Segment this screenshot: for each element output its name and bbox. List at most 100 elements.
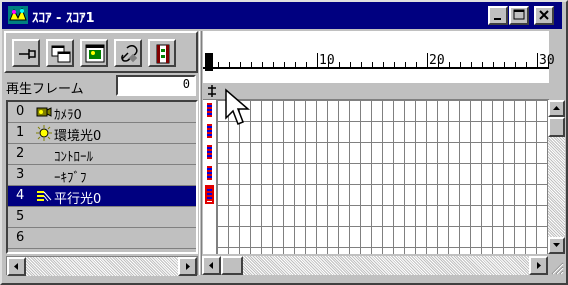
list-item-number: 5 — [16, 209, 25, 224]
camera-icon — [36, 104, 52, 120]
list-item-number: 6 — [16, 230, 25, 245]
ruler-tick — [240, 62, 241, 68]
resize-grip-icon[interactable] — [549, 256, 564, 275]
close-icon — [539, 10, 549, 20]
minimize-icon — [494, 18, 501, 20]
ruler-tick — [273, 62, 274, 68]
ruler-tick — [526, 62, 527, 68]
list-item[interactable]: 2 ｺﾝﾄﾛｰﾙ — [8, 144, 196, 165]
ruler-tick — [218, 62, 219, 68]
object-list[interactable]: 0 ｶﾒﾗ0 1 環境光0 2 ｺﾝﾄﾛｰﾙ 3 ｰｷﾌﾞﾌ 4 平行光0 5 6 — [6, 100, 198, 254]
row-divider — [8, 248, 196, 249]
link-icon — [121, 45, 138, 63]
list-item[interactable]: 1 環境光0 — [8, 123, 196, 144]
ruler-label: 20 — [429, 53, 445, 68]
scroll-up-button[interactable] — [548, 100, 565, 117]
list-item[interactable]: 3 ｰｷﾌﾞﾌ — [8, 165, 196, 186]
ambient-light-icon — [36, 125, 52, 141]
link-button[interactable] — [114, 39, 142, 67]
list-item-number: 3 — [16, 167, 25, 182]
timeline-scroll-track[interactable] — [243, 256, 529, 275]
ruler-tick — [471, 62, 472, 68]
mouse-pointer-icon — [225, 88, 251, 125]
minimize-button[interactable] — [488, 6, 508, 25]
vertical-scroll-thumb[interactable] — [548, 117, 565, 137]
close-button[interactable] — [534, 6, 554, 25]
ruler-tick — [427, 53, 428, 69]
scroll-down-button[interactable] — [548, 237, 565, 254]
key-icon — [208, 85, 216, 97]
keyframe-column[interactable] — [203, 100, 217, 254]
app-icon — [8, 6, 28, 24]
windows-button[interactable] — [46, 39, 74, 67]
scroll-right-button[interactable] — [178, 257, 197, 276]
timeline-grid[interactable] — [203, 100, 549, 254]
scroll-track[interactable] — [26, 257, 178, 276]
chevron-up-icon — [553, 106, 560, 110]
ruler-tick — [405, 62, 406, 68]
ruler-tick — [317, 53, 318, 69]
ruler-tick — [504, 62, 505, 68]
list-item[interactable]: 6 — [8, 228, 196, 249]
timeline-scroll-left-button[interactable] — [202, 256, 221, 275]
ruler-tick — [493, 62, 494, 68]
ruler-tick — [361, 62, 362, 68]
ruler-tick — [460, 62, 461, 68]
title-bar[interactable]: ｽｺｱ - ｽｺｱ1 — [2, 2, 562, 29]
chevron-left-icon — [14, 263, 18, 270]
ruler-tick — [262, 62, 263, 68]
list-item-name: ｺﾝﾄﾛｰﾙ — [54, 150, 93, 165]
chevron-right-icon — [186, 263, 190, 270]
ruler-baseline — [203, 67, 549, 69]
film-icon — [156, 44, 170, 64]
film-button[interactable] — [148, 39, 176, 67]
picture-icon — [85, 44, 105, 63]
ruler-tick — [284, 62, 285, 68]
ruler-tick — [229, 62, 230, 68]
timeline-scroll-right-button[interactable] — [529, 256, 548, 275]
vertical-scrollbar[interactable] — [548, 100, 565, 254]
timeline-subbar — [203, 84, 549, 100]
list-item-number: 2 — [16, 146, 25, 161]
timeline-scroll-thumb[interactable] — [221, 256, 243, 275]
selected-keyframe[interactable] — [205, 185, 214, 204]
chevron-left-icon — [209, 262, 213, 269]
list-item-number: 1 — [16, 125, 25, 140]
ruler-label: 30 — [539, 53, 555, 68]
pin-button[interactable] — [12, 39, 40, 67]
timeline-ruler[interactable]: 10 20 30 — [203, 31, 555, 83]
list-item[interactable]: 5 — [8, 207, 196, 228]
chevron-down-icon — [553, 243, 560, 247]
parallel-light-icon — [36, 188, 52, 204]
timeline-horizontal-scrollbar[interactable] — [202, 256, 548, 275]
ruler-tick — [251, 62, 252, 68]
ruler-tick — [537, 53, 538, 69]
vertical-scroll-track[interactable] — [548, 137, 565, 237]
maximize-button[interactable] — [509, 6, 529, 25]
windows-icon — [51, 45, 71, 63]
frame-field-label: 再生フレーム — [6, 82, 84, 97]
pin-icon — [19, 49, 36, 59]
list-item[interactable]: 0 ｶﾒﾗ0 — [8, 102, 196, 123]
scroll-left-button[interactable] — [7, 257, 26, 276]
chevron-right-icon — [537, 262, 541, 269]
list-item[interactable]: 4 平行光0 — [8, 186, 196, 207]
pane-splitter[interactable] — [199, 31, 202, 275]
maximize-icon — [513, 9, 525, 20]
ruler-tick — [394, 62, 395, 68]
ruler-tick — [339, 62, 340, 68]
ruler-label: 10 — [319, 53, 335, 68]
keyframe-marker[interactable] — [207, 124, 212, 138]
keyframe-marker[interactable] — [207, 166, 212, 180]
keyframe-marker[interactable] — [207, 103, 212, 117]
ruler-tick — [416, 62, 417, 68]
picture-button[interactable] — [80, 39, 108, 67]
list-item-number: 0 — [16, 104, 25, 119]
ruler-tick — [207, 53, 208, 69]
list-horizontal-scrollbar[interactable] — [6, 256, 198, 276]
frame-input[interactable]: 0 — [116, 75, 196, 96]
ruler-tick — [515, 62, 516, 68]
window-title: ｽｺｱ - ｽｺｱ1 — [32, 11, 95, 26]
list-item-number: 4 — [16, 188, 25, 203]
keyframe-marker[interactable] — [207, 145, 212, 159]
